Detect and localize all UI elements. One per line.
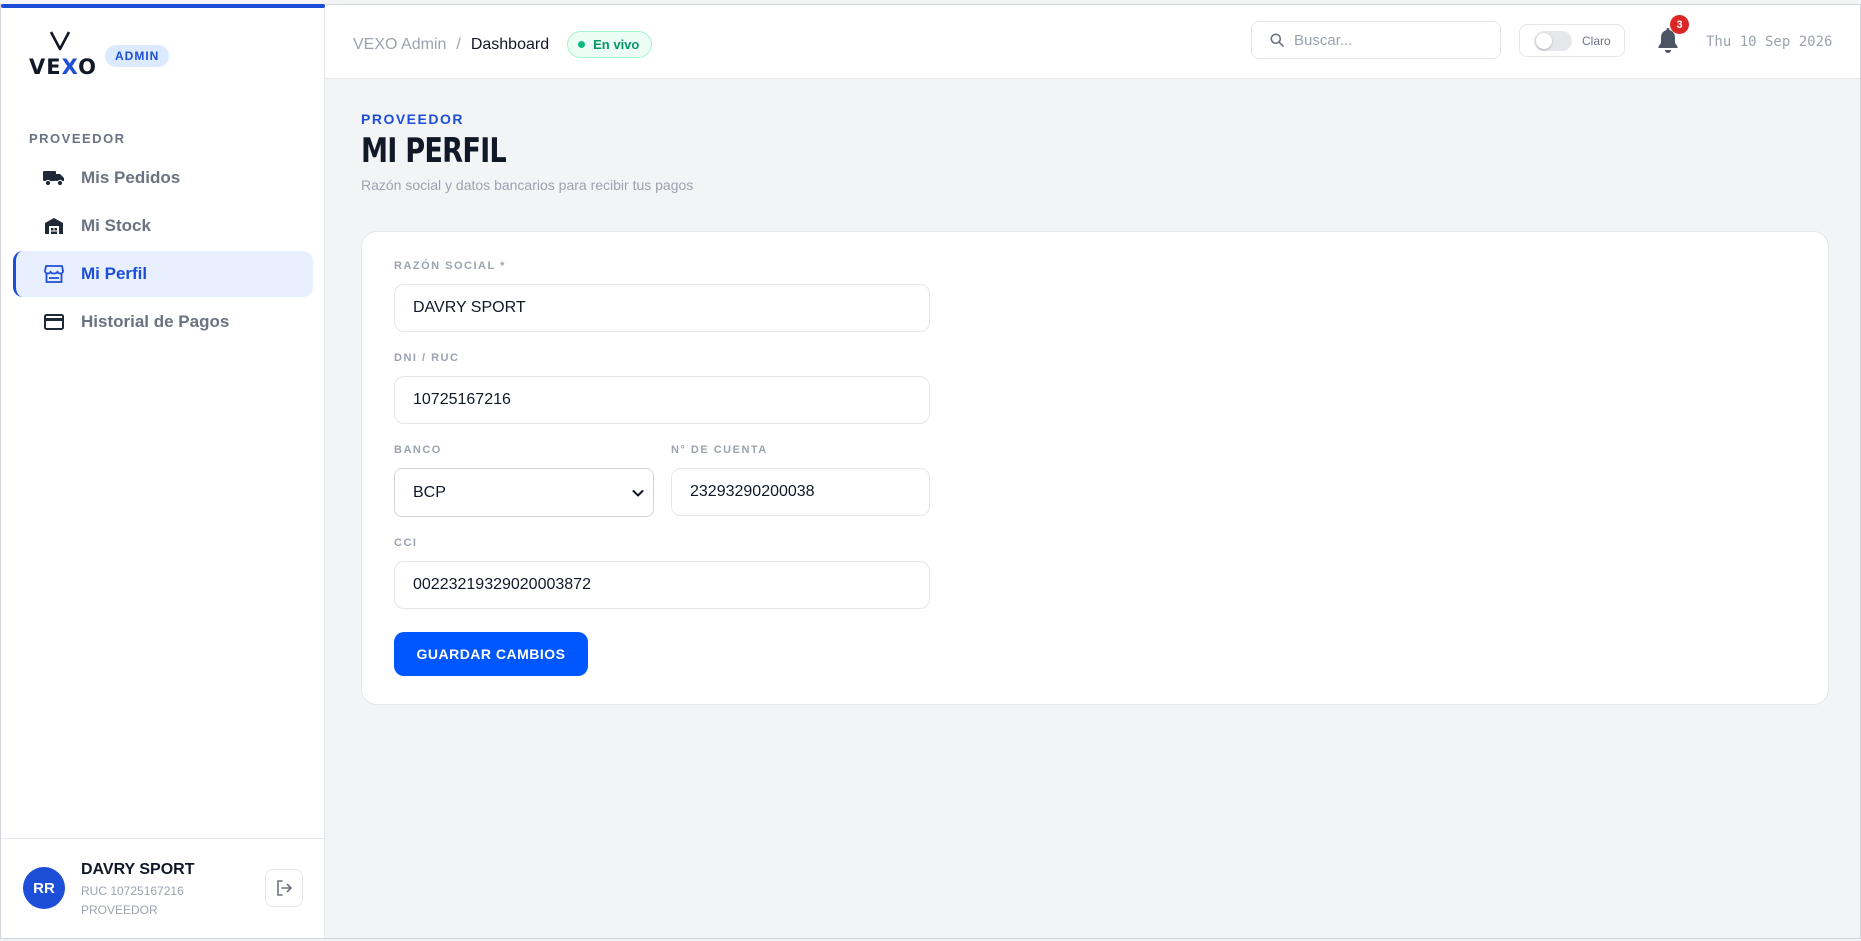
vexo-logo[interactable]: VEXO (29, 31, 96, 79)
nav-section-label: PROVEEDOR (29, 131, 126, 146)
razon-social-label: RAZÓN SOCIAL * (394, 260, 506, 272)
logout-icon (277, 880, 292, 896)
credit-card-icon (43, 311, 65, 333)
theme-toggle[interactable]: Claro (1519, 24, 1625, 57)
dni-ruc-input[interactable] (394, 376, 930, 424)
truck-icon (43, 167, 65, 189)
cci-label: CCI (394, 537, 418, 549)
save-changes-button[interactable]: GUARDAR CAMBIOS (394, 632, 588, 676)
page-subtitle: Razón social y datos bancarios para reci… (361, 177, 694, 193)
theme-switch[interactable] (1534, 30, 1572, 51)
breadcrumb-separator: / (456, 35, 461, 53)
logout-button[interactable] (265, 869, 303, 907)
brand: VEXO ADMIN (29, 31, 170, 79)
avatar[interactable]: RR (23, 867, 65, 909)
search-icon (1270, 33, 1284, 47)
page-title: MI PERFIL (361, 131, 507, 171)
page-header: PROVEEDOR MI PERFIL Razón social y datos… (361, 111, 693, 193)
dni-ruc-label: DNI / RUC (394, 352, 460, 364)
user-ruc: RUC 10725167216 (81, 884, 184, 898)
sidebar-item-mis-pedidos[interactable]: Mis Pedidos (13, 155, 313, 201)
profile-form-card: RAZÓN SOCIAL * DNI / RUC BANCO BCP N° DE… (361, 231, 1829, 705)
razon-social-input[interactable] (394, 284, 930, 332)
sidebar-item-label: Mi Stock (81, 216, 151, 235)
sidebar-item-mi-perfil[interactable]: Mi Perfil (13, 251, 313, 297)
logo-text: VEXO (29, 55, 97, 79)
sidebar-item-mi-stock[interactable]: Mi Stock (13, 203, 313, 249)
banco-label: BANCO (394, 444, 442, 456)
sidebar: VEXO ADMIN PROVEEDOR Mis Pedidos Mi Stoc… (1, 4, 325, 938)
current-date: Thu 10 Sep 2026 (1706, 34, 1833, 50)
chevron-down-icon (632, 490, 644, 497)
sidebar-item-label: Historial de Pagos (81, 312, 230, 331)
sidebar-item-label: Mi Perfil (81, 264, 148, 283)
breadcrumb: VEXO Admin / Dashboard En vivo (353, 31, 653, 58)
page-section-label: PROVEEDOR (361, 111, 464, 127)
sidebar-nav: Mis Pedidos Mi Stock Mi Perfil Historial… (13, 155, 313, 347)
banco-selected-value: BCP (413, 483, 446, 501)
topbar: VEXO Admin / Dashboard En vivo Claro (325, 5, 1860, 79)
sidebar-item-historial-de-pagos[interactable]: Historial de Pagos (13, 299, 313, 345)
logo-v-icon (49, 31, 71, 51)
search-box[interactable] (1251, 21, 1501, 59)
admin-badge: ADMIN (105, 45, 170, 67)
user-name: DAVRY SPORT (81, 861, 195, 878)
live-status-badge: En vivo (567, 31, 653, 58)
breadcrumb-root[interactable]: VEXO Admin (353, 36, 446, 54)
theme-label: Claro (1582, 33, 1611, 48)
warehouse-icon (43, 215, 65, 237)
storefront-icon (43, 263, 65, 285)
user-panel: RR DAVRY SPORT RUC 10725167216 PROVEEDOR (1, 838, 324, 938)
cci-input[interactable] (394, 561, 930, 609)
user-role: PROVEEDOR (81, 903, 158, 917)
banco-select[interactable]: BCP (394, 468, 654, 517)
breadcrumb-current: Dashboard (470, 35, 550, 53)
sidebar-item-label: Mis Pedidos (81, 168, 181, 187)
search-input[interactable] (1294, 31, 1484, 49)
cuenta-label: N° DE CUENTA (671, 444, 768, 456)
app-window: VEXO ADMIN PROVEEDOR Mis Pedidos Mi Stoc… (0, 4, 1861, 939)
cuenta-input[interactable] (671, 468, 930, 516)
notification-count-badge: 3 (1670, 15, 1689, 34)
live-dot-icon (578, 41, 586, 48)
live-label: En vivo (593, 37, 640, 52)
